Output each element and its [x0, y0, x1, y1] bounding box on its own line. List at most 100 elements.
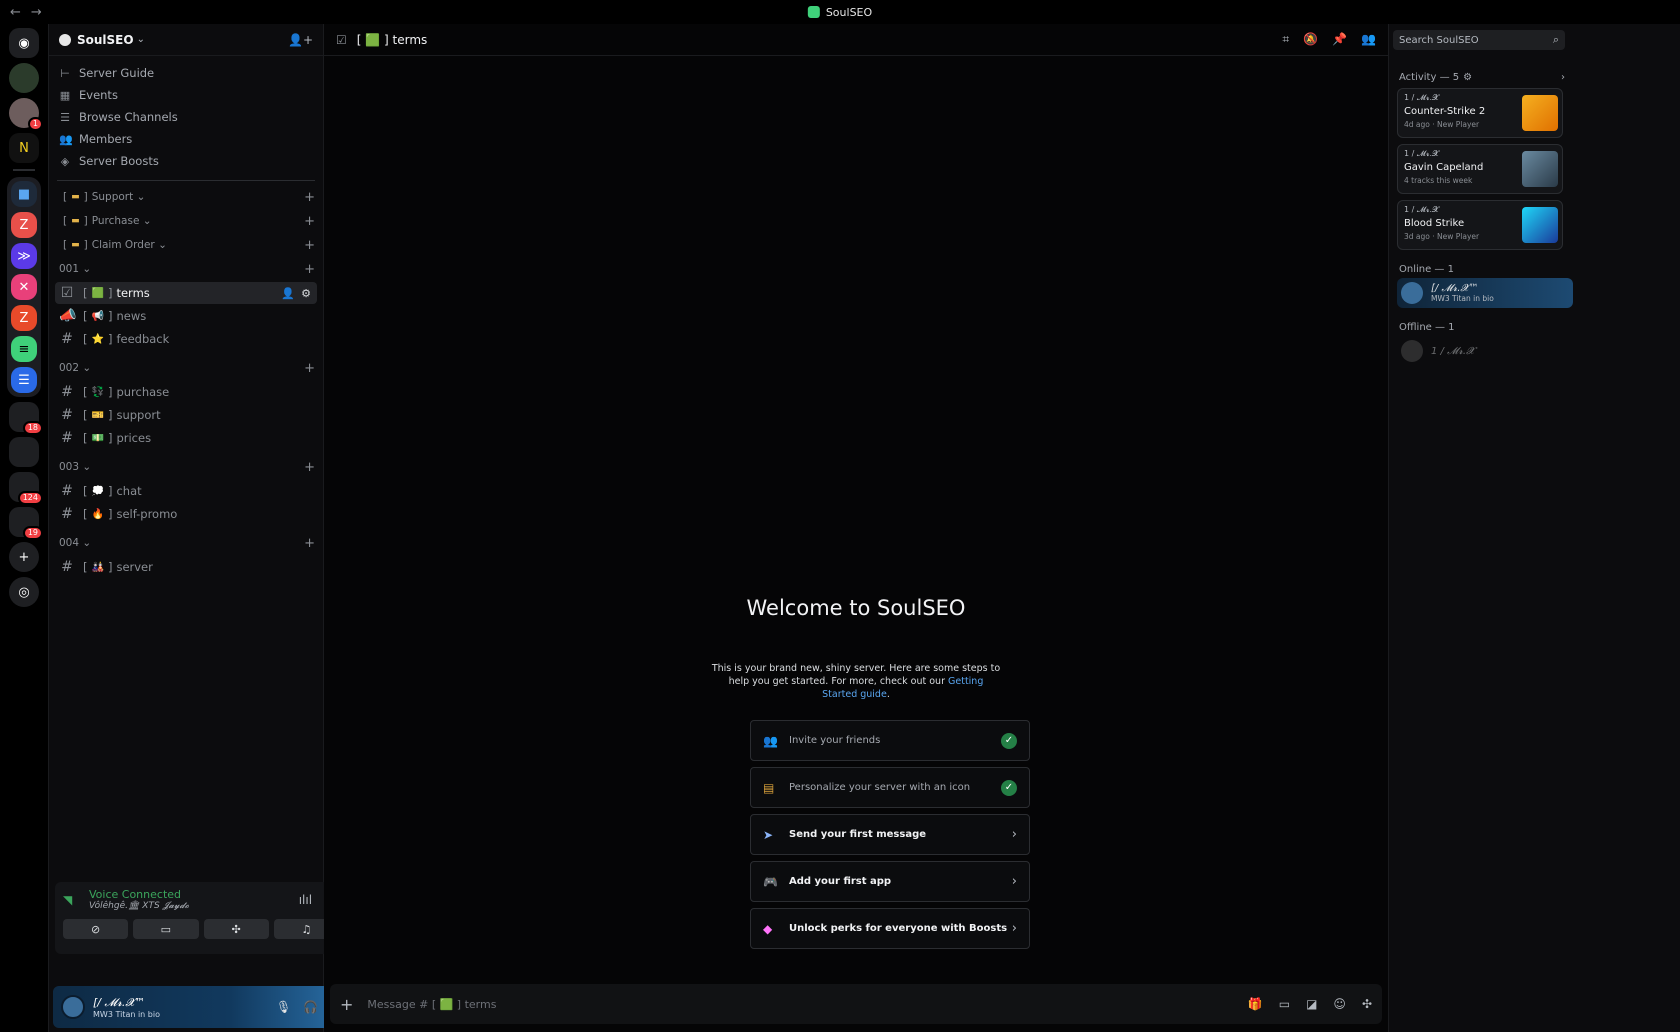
voice-channel[interactable]: Vôlêhgê.🏛 XTS 𝓙𝓪𝔂𝓭𝓸: [89, 901, 189, 911]
server-avatar[interactable]: [9, 63, 39, 93]
add-channel-icon[interactable]: +: [304, 262, 315, 277]
gear-icon[interactable]: ⚙: [301, 287, 311, 300]
category-support[interactable]: [▬] Support ⌄ +: [49, 185, 323, 209]
server-avatar[interactable]: ☰: [11, 367, 37, 393]
home-icon[interactable]: ◉: [9, 28, 39, 58]
camera-off-button[interactable]: ⊘: [63, 919, 129, 939]
message-input[interactable]: Message # [ 🟩 ] terms: [367, 998, 496, 1011]
hash-icon: #: [61, 384, 73, 400]
member-row[interactable]: [/ 𝓜𝓻.𝓧™ MW3 Titan in bio: [1397, 278, 1573, 308]
server-avatar[interactable]: Z: [11, 305, 37, 331]
noise-suppression-icon[interactable]: ılıl: [299, 893, 312, 907]
add-channel-icon[interactable]: +: [304, 190, 315, 205]
add-channel-icon[interactable]: +: [304, 460, 315, 475]
search-input[interactable]: Search SoulSEO ⌕: [1393, 30, 1565, 50]
activities-button[interactable]: ✣: [203, 919, 269, 939]
nav-members[interactable]: 👥 Members: [57, 128, 317, 150]
add-server-icon[interactable]: +: [9, 542, 39, 572]
emoji-icon[interactable]: ☺: [1333, 997, 1346, 1011]
server-avatar[interactable]: ✕: [11, 274, 37, 300]
step-personalize-icon[interactable]: ▤ Personalize your server with an icon ✓: [750, 767, 1030, 808]
divider: [57, 180, 315, 181]
attach-plus-icon[interactable]: +: [340, 995, 353, 1014]
nav-server-guide[interactable]: ⊢ Server Guide: [57, 62, 317, 84]
server-folder[interactable]: 19: [9, 507, 43, 540]
chevron-right-icon: ›: [1011, 827, 1017, 842]
game-thumbnail: [1522, 95, 1558, 131]
activity-card[interactable]: 1 / 𝓜𝓻.𝓧 Gavin Capeland 4 tracks this we…: [1397, 144, 1563, 194]
step-unlock-boosts[interactable]: ◆ Unlock perks for everyone with Boosts …: [750, 908, 1030, 949]
category-003[interactable]: 003 ⌄ +: [49, 455, 323, 479]
sticker-icon[interactable]: ◪: [1306, 997, 1317, 1011]
nav-events[interactable]: ▦ Events: [57, 84, 317, 106]
message-composer[interactable]: + Message # [ 🟩 ] terms 🎁 ▭ ◪ ☺ ✣: [330, 984, 1382, 1024]
channel-sidebar: SoulSEO ⌄ 👤+ ⊢ Server Guide ▦ Events ☰ Brow…: [48, 24, 349, 1032]
channel-chat[interactable]: #[💭] chat: [55, 480, 317, 502]
server-avatar[interactable]: 1: [9, 98, 43, 131]
main-area: ☑ [ 🟩 ] terms ⌗ 🔕 📌 👥 Welcome to SoulSEO…: [324, 24, 1388, 1032]
server-avatar[interactable]: ≫: [11, 243, 37, 269]
channel-server[interactable]: #[🎎] server: [55, 556, 317, 578]
activity-header[interactable]: Activity — 5 ⚙ ›: [1399, 72, 1565, 83]
channel-title: [ 🟩 ] terms: [356, 32, 428, 47]
invite-icon[interactable]: 👤: [281, 287, 295, 300]
step-first-app[interactable]: 🎮 Add your first app ›: [750, 861, 1030, 902]
step-invite-friends[interactable]: 👥 Invite your friends ✓: [750, 720, 1030, 761]
apps-icon[interactable]: ✣: [1362, 997, 1372, 1011]
hash-icon: #: [61, 483, 73, 499]
chevron-down-icon: ⌄: [136, 34, 145, 45]
headphones-icon[interactable]: 🎧: [303, 1000, 318, 1014]
category-002[interactable]: 002 ⌄ +: [49, 356, 323, 380]
channel-prices[interactable]: #[💵] prices: [55, 427, 317, 449]
channel-feedback[interactable]: #[⭐] feedback: [55, 328, 317, 350]
screen-share-button[interactable]: ▭: [133, 919, 199, 939]
screen-share-icon: ▭: [160, 922, 172, 936]
category-001[interactable]: 001 ⌄ +: [49, 257, 323, 281]
server-folder[interactable]: 124: [9, 472, 43, 505]
server-avatar[interactable]: ≡: [11, 336, 37, 362]
category-claim-order[interactable]: [▬] Claim Order ⌄ +: [49, 233, 323, 257]
server-folder[interactable]: 18: [9, 402, 43, 435]
username[interactable]: [/ 𝓜𝓻.𝓧™: [93, 996, 160, 1010]
channel-support[interactable]: #[🎫] support: [55, 404, 317, 426]
add-channel-icon[interactable]: +: [304, 536, 315, 551]
folder-icon[interactable]: ■: [11, 181, 37, 207]
boost-icon: ◈: [60, 154, 70, 168]
member-list-icon[interactable]: 👥: [1361, 32, 1376, 47]
category-purchase[interactable]: [▬] Purchase ⌄ +: [49, 209, 323, 233]
signal-icon[interactable]: ◥: [63, 893, 81, 907]
server-avatar[interactable]: N: [9, 133, 39, 163]
member-row[interactable]: 1 / 𝓜𝓻.𝓧: [1397, 336, 1573, 366]
microphone-icon[interactable]: 🎙: [276, 1000, 291, 1014]
pin-icon[interactable]: 📌: [1332, 32, 1347, 47]
voice-status[interactable]: Voice Connected: [89, 888, 189, 901]
notification-bell-icon[interactable]: 🔕: [1303, 32, 1318, 47]
server-folder[interactable]: [9, 437, 39, 467]
server-folder[interactable]: ■ Z ≫ ✕ Z ≡ ☰: [7, 177, 41, 397]
step-first-message[interactable]: ➤ Send your first message ›: [750, 814, 1030, 855]
activity-card[interactable]: 1 / 𝓜𝓻.𝓧 Counter-Strike 2 4d ago · New P…: [1397, 88, 1563, 138]
gift-icon[interactable]: 🎁: [1248, 997, 1263, 1011]
add-channel-icon[interactable]: +: [304, 361, 315, 376]
chevron-right-icon: ›: [1561, 72, 1565, 83]
channel-terms[interactable]: ☑[🟩] terms 👤 ⚙: [55, 282, 317, 304]
add-channel-icon[interactable]: +: [304, 214, 315, 229]
gif-icon[interactable]: ▭: [1279, 997, 1290, 1011]
forward-arrow-icon[interactable]: →: [31, 5, 42, 20]
nav-browse-channels[interactable]: ☰ Browse Channels: [57, 106, 317, 128]
threads-icon[interactable]: ⌗: [1282, 32, 1289, 47]
activity-card[interactable]: 1 / 𝓜𝓻.𝓧 Blood Strike 3d ago · New Playe…: [1397, 200, 1563, 250]
server-header[interactable]: SoulSEO ⌄ 👤+: [49, 24, 323, 56]
boost-gem-icon: ◆: [763, 921, 773, 936]
invite-icon[interactable]: 👤+: [288, 33, 313, 47]
category-004[interactable]: 004 ⌄ +: [49, 531, 323, 555]
server-avatar[interactable]: Z: [11, 212, 37, 238]
back-arrow-icon[interactable]: ←: [10, 5, 21, 20]
avatar[interactable]: [61, 995, 85, 1019]
nav-server-boosts[interactable]: ◈ Server Boosts: [57, 150, 317, 172]
channel-purchase[interactable]: #[💱] purchase: [55, 381, 317, 403]
discover-icon[interactable]: ◎: [9, 577, 39, 607]
channel-self-promo[interactable]: #[🔥] self-promo: [55, 503, 317, 525]
channel-news[interactable]: 📣[📢] news: [55, 305, 317, 327]
add-channel-icon[interactable]: +: [304, 238, 315, 253]
